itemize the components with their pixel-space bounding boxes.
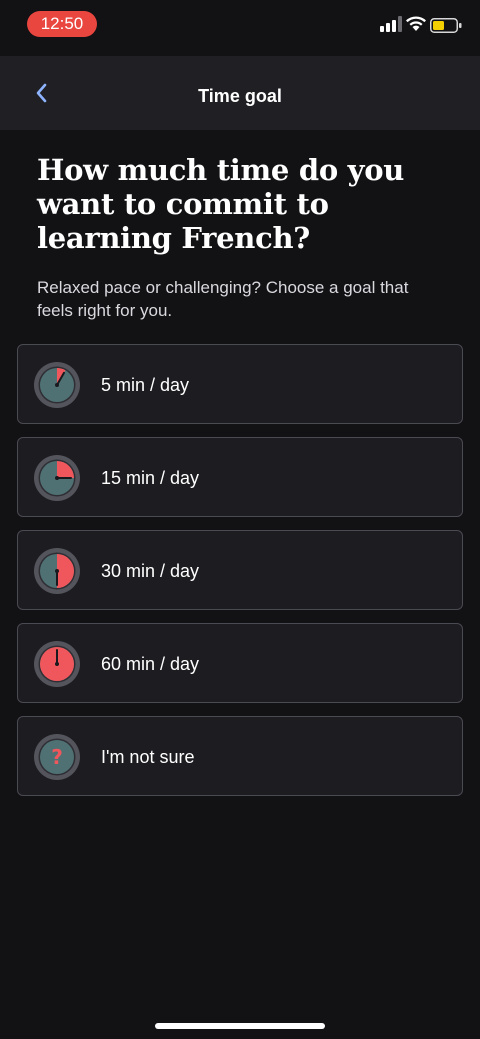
nav-bar: Time goal <box>0 56 480 130</box>
goal-option-label: 60 min / day <box>101 654 200 674</box>
question-mark-icon: ? <box>34 734 80 780</box>
page-title: Time goal <box>198 86 282 106</box>
status-bar: 12:50 <box>0 0 480 56</box>
question-subtitle: Relaxed pace or challenging? Choose a go… <box>37 278 409 320</box>
timer-60-icon <box>34 641 80 687</box>
home-indicator <box>155 1023 325 1029</box>
timer-5-icon <box>34 362 80 408</box>
question-heading: How much time do you want to commit to l… <box>37 153 405 255</box>
battery-icon <box>430 18 462 33</box>
goal-option-5-min[interactable]: 5 min / day <box>17 344 463 424</box>
goal-option-label: 30 min / day <box>101 561 200 581</box>
svg-text:?: ? <box>51 745 63 769</box>
status-time: 12:50 <box>27 11 97 37</box>
goal-option-not-sure[interactable]: ? I'm not sure <box>17 716 463 796</box>
goal-option-30-min[interactable]: 30 min / day <box>17 530 463 610</box>
timer-30-icon <box>34 548 80 594</box>
wifi-icon <box>406 16 426 31</box>
goal-option-label: 15 min / day <box>101 468 200 488</box>
back-button[interactable] <box>26 76 56 110</box>
signal-icon <box>380 16 402 32</box>
goal-option-15-min[interactable]: 15 min / day <box>17 437 463 517</box>
chevron-left-icon <box>36 83 47 103</box>
timer-15-icon <box>34 455 80 501</box>
goal-option-60-min[interactable]: 60 min / day <box>17 623 463 703</box>
goal-option-label: 5 min / day <box>101 375 190 395</box>
goal-options-list: 5 min / day 15 min / day 30 min / day 60… <box>17 344 463 809</box>
goal-option-label: I'm not sure <box>101 747 195 767</box>
